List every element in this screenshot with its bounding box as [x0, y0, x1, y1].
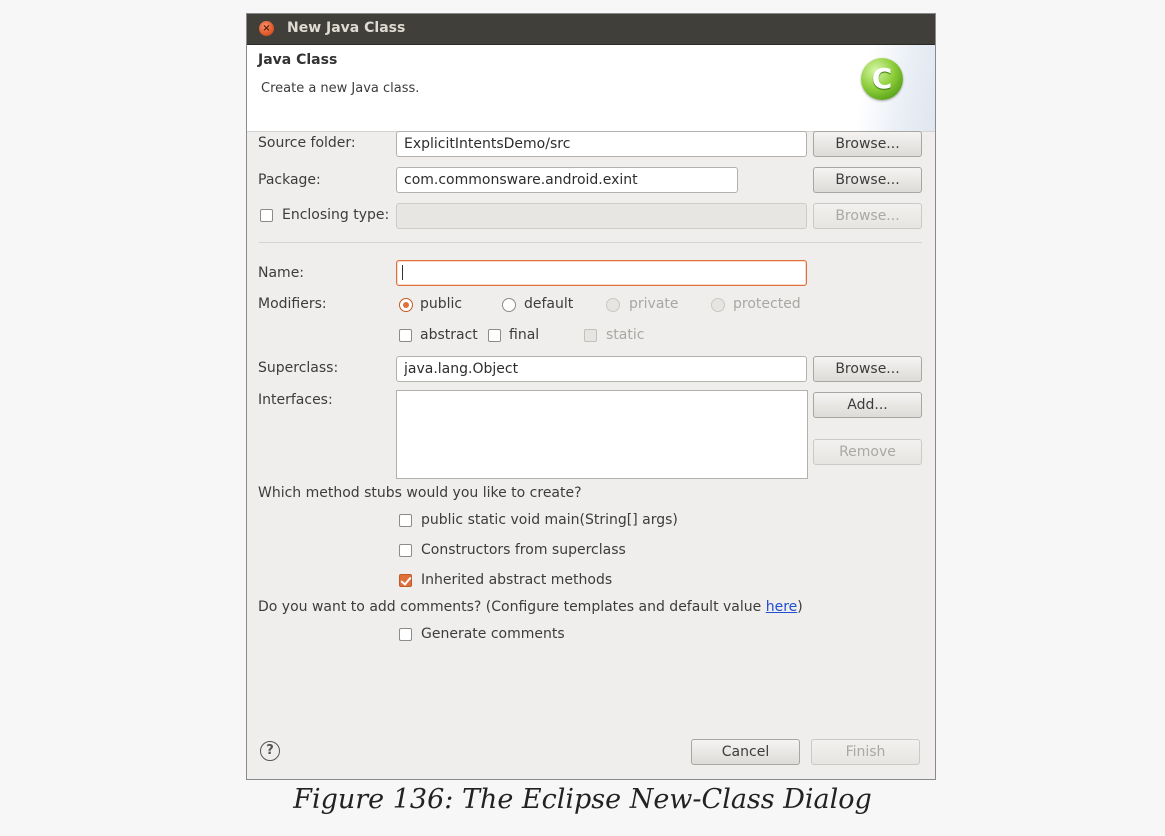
interfaces-remove-button: Remove [813, 439, 922, 465]
figure-caption: Figure 136: The Eclipse New-Class Dialog [293, 784, 872, 815]
text-caret [402, 265, 403, 280]
interfaces-label: Interfaces: [258, 392, 333, 408]
cancel-button[interactable]: Cancel [691, 739, 800, 765]
modifier-default-label: default [524, 296, 574, 312]
modifiers-label: Modifiers: [258, 296, 327, 312]
stub-constructors-checkbox[interactable] [399, 544, 412, 557]
modifier-protected-label: protected [733, 296, 801, 312]
static-checkbox [584, 329, 597, 342]
window-title: New Java Class [287, 20, 406, 36]
modifier-private-radio [606, 298, 620, 312]
help-icon[interactable]: ? [260, 741, 280, 761]
modifier-public-label: public [420, 296, 463, 312]
name-label: Name: [258, 265, 305, 281]
superclass-browse-button[interactable]: Browse... [813, 356, 922, 382]
package-browse-button[interactable]: Browse... [813, 167, 922, 193]
source-folder-browse-button[interactable]: Browse... [813, 131, 922, 157]
separator [259, 242, 922, 243]
source-folder-label: Source folder: [258, 135, 356, 151]
title-bar: × New Java Class [247, 14, 935, 45]
generate-comments-checkbox[interactable] [399, 628, 412, 641]
enclosing-type-input [396, 203, 807, 229]
comments-question-suffix: ) [797, 599, 803, 615]
stub-main-checkbox[interactable] [399, 514, 412, 527]
header-description: Create a new Java class. [261, 81, 420, 96]
source-folder-input[interactable] [396, 131, 807, 157]
comments-question-prefix: Do you want to add comments? (Configure … [258, 599, 766, 615]
superclass-label: Superclass: [258, 360, 339, 376]
comments-question: Do you want to add comments? (Configure … [258, 599, 803, 615]
abstract-checkbox[interactable] [399, 329, 412, 342]
superclass-input[interactable] [396, 356, 807, 382]
new-java-class-dialog: × New Java Class Java Class Create a new… [246, 13, 936, 780]
stub-inherited-checkbox[interactable] [399, 574, 412, 587]
wizard-header: Java Class Create a new Java class. C [247, 45, 935, 132]
stub-constructors-label: Constructors from superclass [421, 542, 626, 558]
close-button[interactable]: × [259, 21, 274, 36]
method-stubs-question: Which method stubs would you like to cre… [258, 485, 582, 501]
final-checkbox[interactable] [488, 329, 501, 342]
abstract-label: abstract [420, 327, 478, 343]
enclosing-type-label: Enclosing type: [282, 207, 390, 223]
stub-inherited-label: Inherited abstract methods [421, 572, 613, 588]
final-label: final [509, 327, 540, 343]
interfaces-list[interactable] [396, 390, 808, 479]
enclosing-type-checkbox[interactable] [260, 209, 273, 222]
java-class-icon: C [861, 58, 903, 100]
configure-templates-link[interactable]: here [766, 599, 798, 615]
finish-button: Finish [811, 739, 920, 765]
package-label: Package: [258, 172, 321, 188]
generate-comments-label: Generate comments [421, 626, 565, 642]
interfaces-add-button[interactable]: Add... [813, 392, 922, 418]
modifier-protected-radio [711, 298, 725, 312]
modifier-private-label: private [629, 296, 679, 312]
name-input[interactable] [396, 260, 807, 286]
enclosing-type-browse-button: Browse... [813, 203, 922, 229]
stub-main-label: public static void main(String[] args) [421, 512, 678, 528]
modifier-public-radio[interactable] [399, 298, 413, 312]
modifier-default-radio[interactable] [502, 298, 516, 312]
header-title: Java Class [258, 52, 338, 68]
static-label: static [606, 327, 645, 343]
close-icon: × [262, 23, 271, 34]
package-input[interactable] [396, 167, 738, 193]
